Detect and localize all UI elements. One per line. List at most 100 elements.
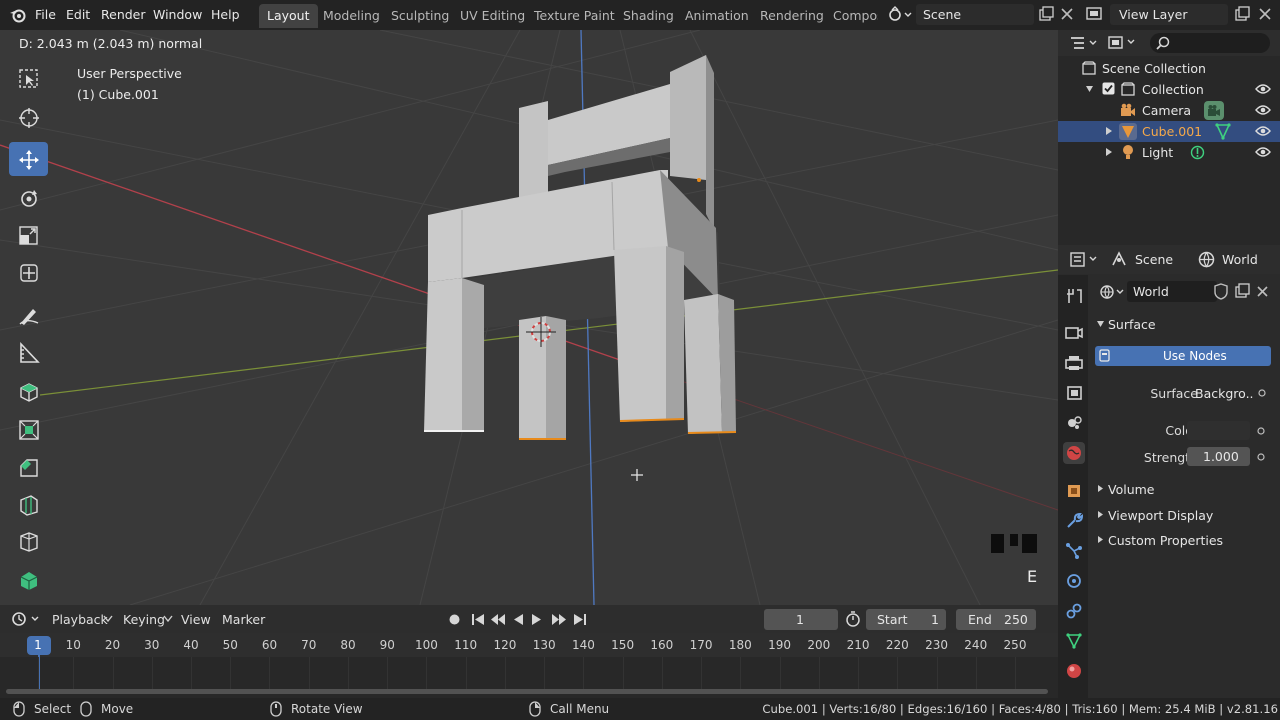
tab-uv-editing[interactable]: UV Editing <box>452 4 533 28</box>
close-world-icon[interactable] <box>1256 285 1269 298</box>
view-layer-selector[interactable]: View Layer <box>1110 4 1228 25</box>
play-icon[interactable] <box>531 613 543 626</box>
tab-world[interactable] <box>1063 442 1085 464</box>
view-menu[interactable]: View <box>181 612 211 627</box>
loop-cut-tool[interactable] <box>9 487 48 521</box>
end-frame-field[interactable]: End 250 <box>956 609 1036 630</box>
tab-rendering[interactable]: Rendering <box>752 4 832 28</box>
3d-viewport[interactable]: D: 2.043 m (2.043 m) normal User Perspec… <box>0 30 1058 605</box>
stopwatch-icon[interactable] <box>845 611 861 627</box>
add-cube-tool[interactable] <box>9 374 48 408</box>
eye-icon[interactable] <box>1255 104 1271 116</box>
tab-texture-paint[interactable]: Texture Paint <box>526 4 623 28</box>
tab-shading[interactable]: Shading <box>615 4 682 28</box>
timeline-scrollbar[interactable] <box>6 689 1048 694</box>
menu-file[interactable]: File <box>35 7 56 22</box>
rotate-tool[interactable] <box>9 181 48 215</box>
tab-view-layer[interactable] <box>1063 382 1085 404</box>
start-frame-field[interactable]: Start 1 <box>866 609 946 630</box>
outliner-row-collection[interactable]: Collection <box>1058 79 1280 100</box>
tab-sculpting[interactable]: Sculpting <box>383 4 457 28</box>
timeline[interactable]: 1 10 20 30 40 50 60 70 80 90 100 110 120 130 140 150 160… <box>0 633 1058 698</box>
eye-icon[interactable] <box>1255 125 1271 137</box>
use-nodes-button[interactable]: Use Nodes <box>1095 346 1271 366</box>
tab-object-data[interactable] <box>1063 630 1085 652</box>
tab-object[interactable] <box>1063 480 1085 502</box>
current-frame-field[interactable]: 1 <box>764 609 838 630</box>
marker-menu[interactable]: Marker <box>222 612 265 627</box>
chevron-right-icon[interactable] <box>1105 126 1113 136</box>
measure-tool[interactable] <box>9 335 48 369</box>
editor-type-icon[interactable] <box>10 610 40 628</box>
tab-physics[interactable] <box>1063 570 1085 592</box>
tab-animation[interactable]: Animation <box>677 4 757 28</box>
mesh-data-icon[interactable] <box>1215 123 1231 140</box>
custom-properties-panel-header[interactable]: Custom Properties <box>1091 528 1280 552</box>
transform-tool[interactable] <box>9 255 48 289</box>
bevel-tool[interactable] <box>9 450 48 484</box>
tab-tool[interactable] <box>1063 285 1085 307</box>
menu-render[interactable]: Render <box>101 7 146 22</box>
fake-user-shield-icon[interactable] <box>1213 283 1229 300</box>
menu-help[interactable]: Help <box>211 7 240 22</box>
breadcrumb-scene[interactable]: Scene <box>1135 252 1173 267</box>
breadcrumb-world[interactable]: World <box>1222 252 1258 267</box>
surface-shader-selector[interactable]: Backgro.. <box>1189 383 1272 403</box>
chevron-right-icon[interactable] <box>1105 147 1113 157</box>
jump-keyframe-forward-icon[interactable] <box>551 613 567 626</box>
scene-browse-icon[interactable] <box>888 6 914 24</box>
eye-icon[interactable] <box>1255 83 1271 95</box>
jump-end-icon[interactable] <box>573 613 587 626</box>
outliner-editor-icon[interactable] <box>1070 36 1100 51</box>
world-name-field[interactable]: World <box>1127 281 1217 302</box>
select-box-tool[interactable] <box>9 61 48 95</box>
outliner-search-input[interactable] <box>1150 33 1270 53</box>
strength-field[interactable]: 1.000 <box>1187 447 1250 466</box>
blender-logo-icon[interactable] <box>9 7 27 23</box>
outliner-row-scene-collection[interactable]: Scene Collection <box>1058 58 1280 79</box>
tab-modifiers[interactable] <box>1063 510 1085 532</box>
light-data-icon[interactable] <box>1190 145 1205 160</box>
play-reverse-icon[interactable] <box>512 613 524 626</box>
annotate-tool[interactable] <box>9 297 48 331</box>
cursor-tool[interactable] <box>9 100 48 134</box>
close-scene-icon[interactable] <box>1060 7 1074 21</box>
outliner-row-camera[interactable]: Camera <box>1058 100 1280 121</box>
copy-world-icon[interactable] <box>1234 283 1250 299</box>
move-tool[interactable] <box>9 142 48 176</box>
chevron-down-icon[interactable] <box>1085 85 1094 93</box>
color-swatch[interactable] <box>1187 421 1250 440</box>
close-view-layer-icon[interactable] <box>1258 7 1272 21</box>
tab-particles[interactable] <box>1063 540 1085 562</box>
scale-tool[interactable] <box>9 218 48 252</box>
socket-dot-icon[interactable] <box>1257 453 1265 461</box>
display-mode-icon[interactable] <box>1108 35 1138 51</box>
outliner-row-light[interactable]: Light <box>1058 142 1280 163</box>
socket-dot-icon[interactable] <box>1257 427 1265 435</box>
playback-menu[interactable]: Playback <box>52 612 108 627</box>
surface-panel-header[interactable]: Surface <box>1091 312 1280 336</box>
inset-tool[interactable] <box>9 412 48 446</box>
eye-icon[interactable] <box>1255 146 1271 158</box>
world-browse-icon[interactable] <box>1100 284 1126 300</box>
menu-window[interactable]: Window <box>153 7 202 22</box>
record-icon[interactable] <box>448 613 461 626</box>
jump-start-icon[interactable] <box>471 613 485 626</box>
viewport-display-panel-header[interactable]: Viewport Display <box>1091 503 1280 527</box>
tab-material[interactable] <box>1063 660 1085 682</box>
tab-scene[interactable] <box>1063 412 1085 434</box>
poly-build-tool[interactable] <box>9 562 48 596</box>
properties-editor-icon[interactable] <box>1070 252 1100 267</box>
outliner-row-cube[interactable]: Cube.001 <box>1058 121 1280 142</box>
copy-scene-icon[interactable] <box>1038 6 1054 22</box>
camera-data-icon[interactable] <box>1204 101 1224 120</box>
tab-modeling[interactable]: Modeling <box>315 4 388 28</box>
menu-edit[interactable]: Edit <box>66 7 90 22</box>
volume-panel-header[interactable]: Volume <box>1091 477 1280 501</box>
view-layer-icon[interactable] <box>1086 6 1104 22</box>
knife-tool[interactable] <box>9 524 48 558</box>
keying-menu[interactable]: Keying <box>123 612 165 627</box>
scene-selector[interactable]: Scene <box>916 4 1034 25</box>
copy-view-layer-icon[interactable] <box>1234 6 1250 22</box>
tab-output[interactable] <box>1063 352 1085 374</box>
